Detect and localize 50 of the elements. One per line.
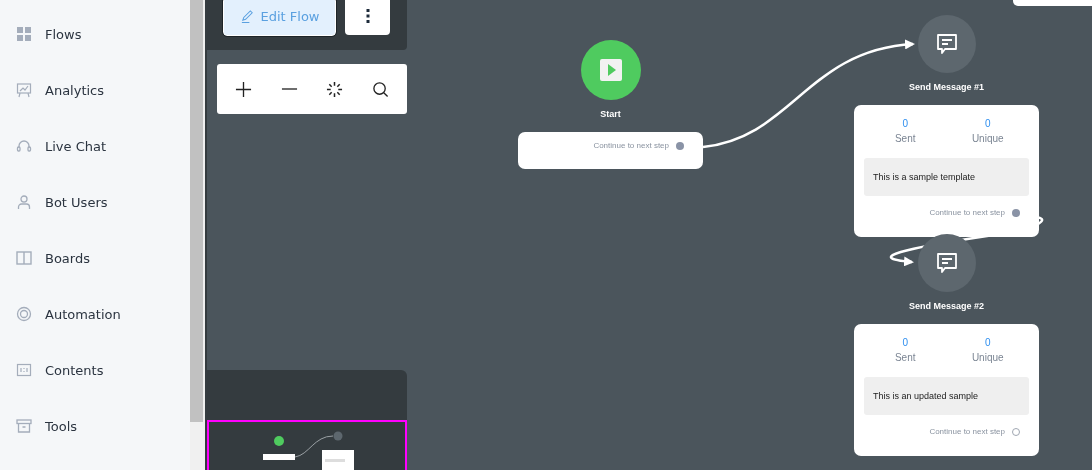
archive-box-icon	[16, 418, 32, 434]
stat-label: Sent	[894, 352, 916, 363]
sidebar-item[interactable]: Automation	[0, 286, 121, 342]
sidebar-item[interactable]: Flows	[0, 6, 82, 62]
columns-icon	[16, 250, 32, 266]
search-icon	[371, 80, 389, 98]
sidebar-item[interactable]: Tools	[0, 398, 78, 454]
easel-chart-icon	[16, 82, 32, 98]
stat-value: 0	[902, 118, 909, 129]
headset-icon	[16, 138, 32, 154]
sparkle-icon	[326, 80, 344, 98]
document-icon	[16, 362, 32, 378]
scrollbar-thumb[interactable]	[190, 0, 203, 422]
connector-label: Continue to next step	[929, 427, 1005, 436]
connector-dot[interactable]	[676, 141, 684, 150]
play-icon	[598, 58, 623, 82]
stat-value: 0	[984, 337, 991, 348]
more-button[interactable]	[345, 0, 390, 35]
stat-value: 0	[984, 118, 991, 129]
sidebar-item[interactable]: Contents	[0, 342, 104, 398]
lifebuoy-icon	[16, 306, 32, 322]
stat-label: Unique	[971, 352, 1004, 363]
grid-icon	[16, 26, 32, 42]
sidebar-item[interactable]: Analytics	[0, 62, 105, 118]
pencil-icon	[239, 9, 255, 24]
connector-label: Continue to next step	[929, 208, 1005, 217]
sidebar-item[interactable]: Bot Users	[0, 174, 108, 230]
message-preview: This is an updated sample	[864, 377, 1029, 415]
node-card[interactable]: 0 Sent 0 Unique This is an updated sample Continue to next step	[854, 324, 1039, 456]
chat-bubble-icon	[934, 32, 959, 56]
kebab-menu-icon	[365, 8, 370, 24]
message-node[interactable]	[917, 234, 976, 292]
connector-dot[interactable]	[1012, 208, 1020, 217]
stat-label: Sent	[894, 133, 916, 144]
node-title: Start	[600, 109, 621, 120]
connector-dot[interactable]	[1012, 427, 1020, 436]
minus-icon	[280, 88, 298, 90]
sidebar-item[interactable]: Live Chat	[0, 118, 107, 174]
node-title: Send Message #1	[908, 82, 984, 93]
connector-label: Continue to next step	[593, 141, 669, 150]
sidebar-item[interactable]: Boards	[0, 230, 90, 286]
plus-icon	[235, 80, 253, 98]
node-card[interactable]: 0 Sent 0 Unique This is a sample template Continue to next step	[854, 105, 1039, 237]
stat-label: Unique	[971, 133, 1004, 144]
scrollbar[interactable]	[190, 0, 205, 470]
person-icon	[16, 194, 32, 210]
chat-bubble-icon	[934, 251, 959, 275]
stat-value: 0	[902, 337, 909, 348]
message-preview: This is a sample template	[864, 158, 1029, 196]
node-title: Send Message #2	[908, 301, 984, 312]
